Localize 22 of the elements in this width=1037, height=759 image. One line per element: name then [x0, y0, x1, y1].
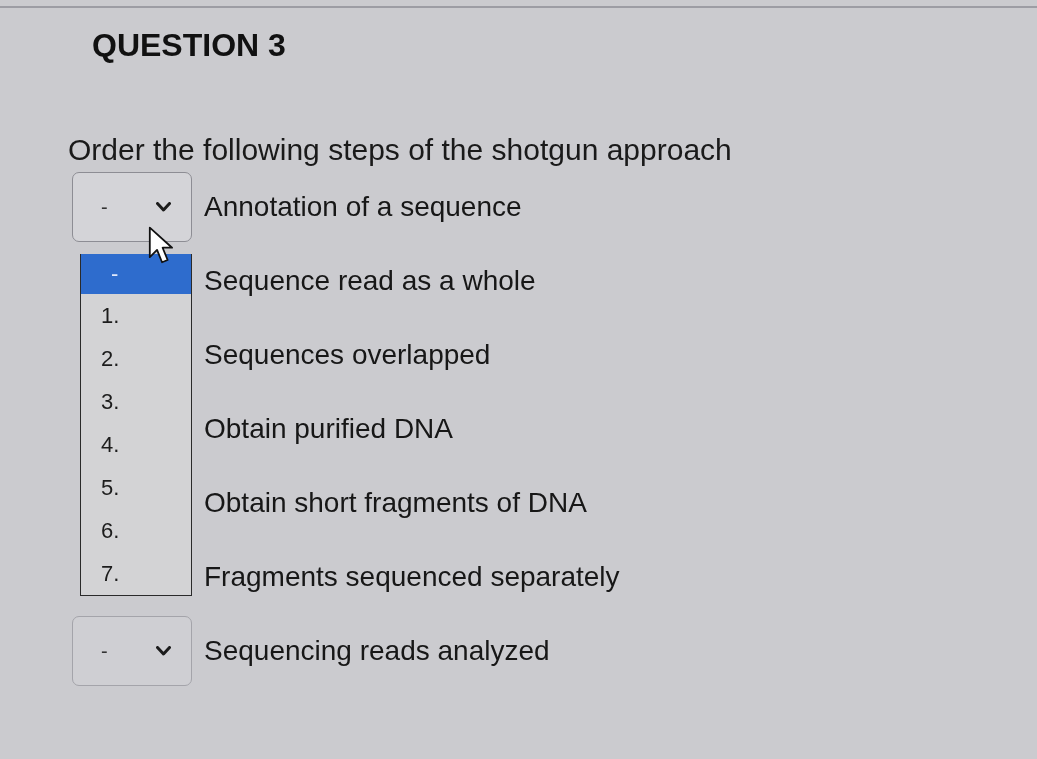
dropdown-select[interactable]: - — [72, 172, 192, 242]
dropdown-option[interactable]: 3. — [81, 380, 191, 423]
chevron-down-icon — [156, 646, 171, 656]
dropdown-option[interactable]: - — [81, 254, 191, 294]
dropdown-select[interactable]: - — [72, 616, 192, 686]
step-label: Fragments sequenced separately — [204, 560, 620, 594]
step-label: Sequences overlapped — [204, 338, 491, 372]
step-label: Sequence read as a whole — [204, 264, 536, 298]
step-label: Obtain short fragments of DNA — [204, 486, 587, 520]
dropdown-option[interactable]: 4. — [81, 423, 191, 466]
chevron-down-icon — [156, 202, 171, 212]
question-title: QUESTION 3 — [92, 26, 286, 64]
mouse-pointer-icon — [148, 226, 175, 265]
dropdown-option[interactable]: 7. — [81, 552, 191, 595]
step-label: Obtain purified DNA — [204, 412, 453, 446]
step-label: Sequencing reads analyzed — [204, 634, 550, 668]
dropdown-option[interactable]: 1. — [81, 294, 191, 337]
step-label: Annotation of a sequence — [204, 190, 522, 224]
question-prompt: Order the following steps of the shotgun approach — [68, 132, 732, 168]
dropdown-option[interactable]: 6. — [81, 509, 191, 552]
dropdown-option[interactable]: 2. — [81, 337, 191, 380]
dropdown-option[interactable]: 5. — [81, 466, 191, 509]
